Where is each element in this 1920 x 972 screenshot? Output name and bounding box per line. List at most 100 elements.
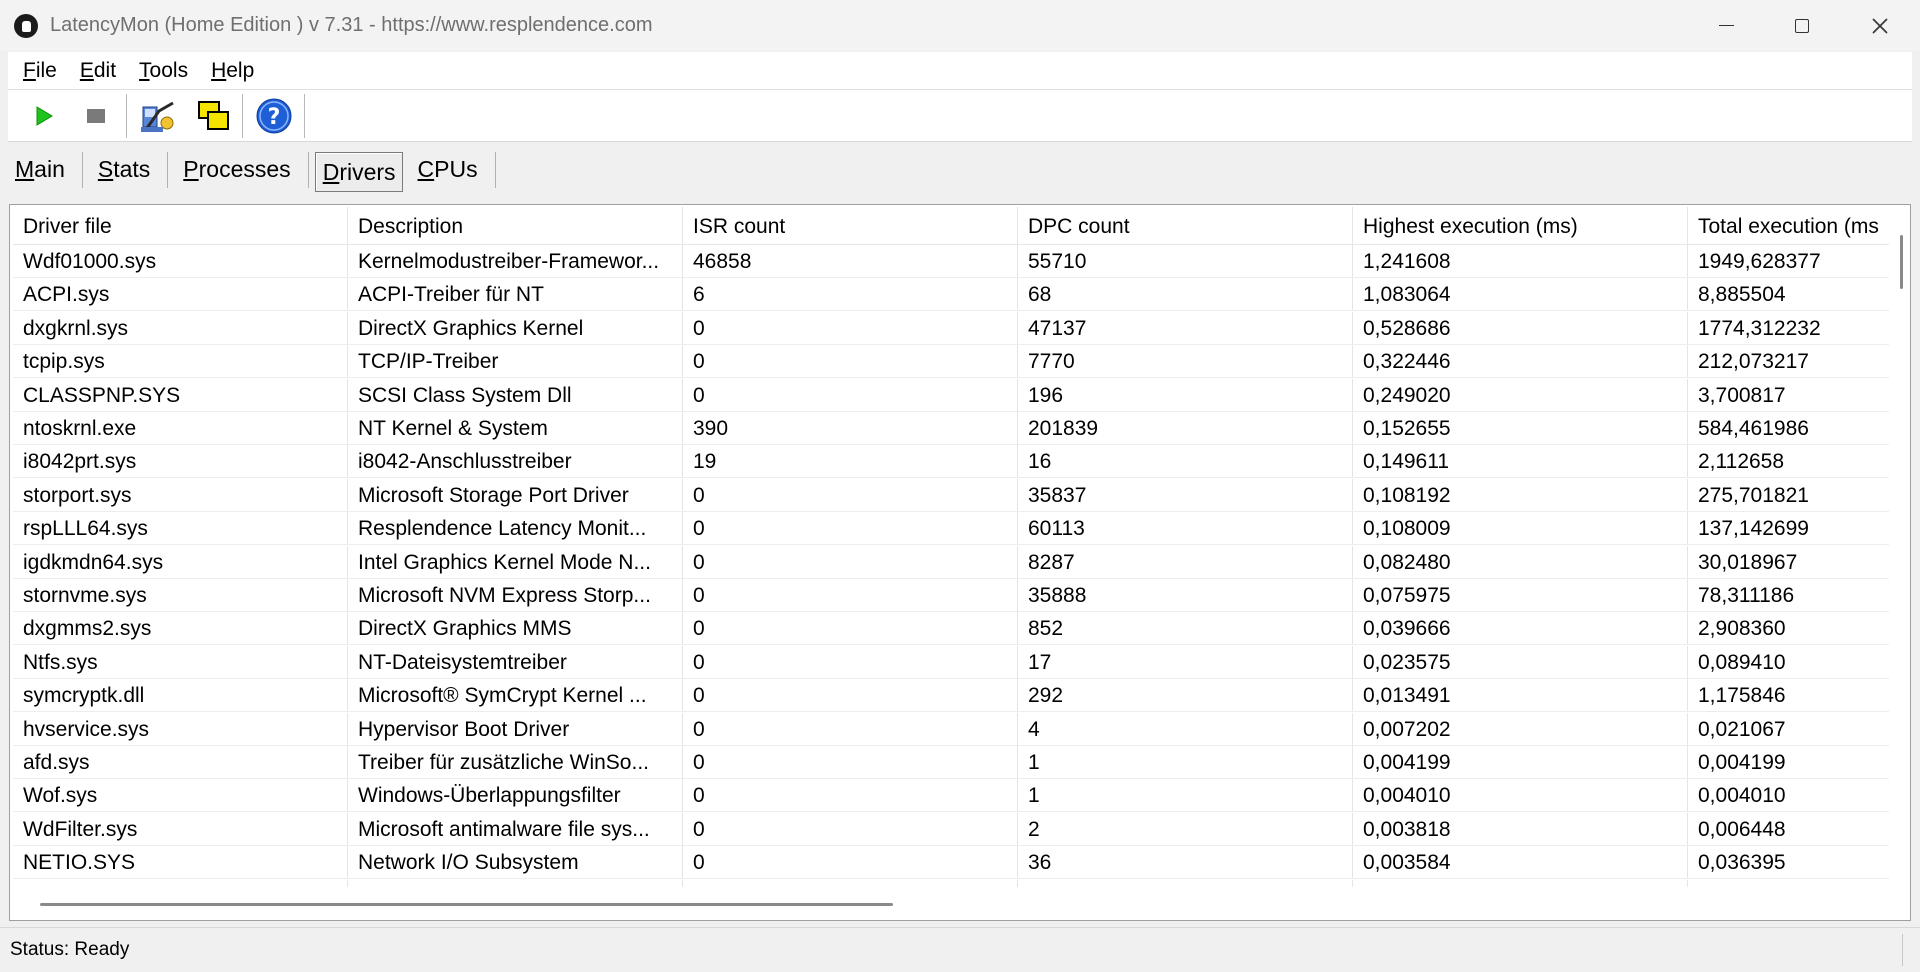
table-row[interactable]: dxgmms2.sys DirectX Graphics MMS 0 852 0,039… xyxy=(13,612,1889,646)
tab-cpus-label: PUs xyxy=(434,156,478,182)
help-button[interactable]: ? xyxy=(254,96,294,136)
column-header-description[interactable]: Description xyxy=(348,207,683,244)
table-row[interactable]: symcryptk.dll Microsoft® SymCrypt Kernel … xyxy=(13,679,1889,713)
drivers-panel: Driver file Description ISR count DPC count… xyxy=(9,204,1911,921)
drivers-table[interactable]: Driver file Description ISR count DPC count… xyxy=(13,207,1889,887)
cell-highest-execution: 0,149611 xyxy=(1353,445,1688,478)
table-row[interactable]: Ntfs.sys NT-Dateisystemtreiber 0 17 0,023575… xyxy=(13,645,1889,679)
table-row[interactable]: igdkmdn64.sys Intel Graphics Kernel Mode … xyxy=(13,545,1889,579)
cell-dpc-count: 35837 xyxy=(1018,478,1353,511)
cell-description: SCSI Class System Dll xyxy=(348,378,683,411)
cell-driver-file: Wdf01000.sys xyxy=(13,245,348,277)
toolbar-separator xyxy=(242,94,246,138)
tab-drivers[interactable]: Drivers xyxy=(314,152,403,192)
column-header-driver-file[interactable]: Driver file xyxy=(13,207,348,244)
table-row[interactable]: i8042prt.sys i8042-Anschlusstreiber 19 16 0,… xyxy=(13,445,1889,479)
cell-description: DirectX Graphics MMS xyxy=(348,612,683,645)
column-header-total-execution[interactable]: Total execution (ms xyxy=(1688,207,1889,244)
cell-total-execution: 1,175846 xyxy=(1698,684,1786,708)
tab-stats-mnemonic: S xyxy=(97,156,114,182)
close-button[interactable] xyxy=(1842,0,1918,51)
cell-dpc-count: 292 xyxy=(1018,679,1353,712)
minimize-button[interactable] xyxy=(1688,0,1764,51)
table-row[interactable]: Wdf01000.sys Kernelmodustreiber-Framewor.… xyxy=(13,245,1889,278)
cell-driver-file: dxgmms2.sys xyxy=(13,612,348,645)
table-row[interactable]: stornvme.sys Microsoft NVM Express Storp.… xyxy=(13,579,1889,612)
cell-dpc-count: 196 xyxy=(1018,378,1353,411)
menu-bar: File Edit Tools Help xyxy=(8,52,1912,90)
cell-highest-execution: 0,152655 xyxy=(1353,412,1688,444)
menu-edit[interactable]: Edit xyxy=(65,52,124,89)
cell-total-execution: 137,142699 xyxy=(1698,517,1809,541)
cell-highest-execution: 0,023575 xyxy=(1353,645,1688,678)
stop-monitor-button[interactable] xyxy=(76,96,116,136)
cell-total-execution: 1949,628377 xyxy=(1698,250,1821,273)
cell-driver-file: NETIO.SYS xyxy=(13,846,348,879)
table-row[interactable]: WdFilter.sys Microsoft antimalware file s… xyxy=(13,812,1889,846)
menu-file[interactable]: File xyxy=(8,52,65,89)
cell-total-execution: 0,006448 xyxy=(1698,817,1786,841)
tab-main[interactable]: Main xyxy=(8,148,83,190)
cell-description: Treiber für zusätzliche WinSo... xyxy=(348,746,683,778)
cell-driver-file: Ntfs.sys xyxy=(13,645,348,678)
cell-driver-file: i8042prt.sys xyxy=(13,445,348,478)
cell-description: Microsoft NVM Express Storp... xyxy=(348,579,683,611)
table-row[interactable]: Wof.sys Windows-Überlappungsfilter 0 1 0,004… xyxy=(13,779,1889,813)
cell-description: Intel Graphics Kernel Mode N... xyxy=(348,545,683,578)
column-header-highest-execution[interactable]: Highest execution (ms) xyxy=(1353,207,1688,244)
table-row[interactable]: afd.sys Treiber für zusätzliche WinSo... 0… xyxy=(13,746,1889,779)
toolbar-separator xyxy=(304,94,308,138)
app-window: LatencyMon (Home Edition ) v 7.31 - http… xyxy=(0,0,1920,972)
cell-isr-count: 0 xyxy=(683,345,1018,378)
cell-highest-execution: 0,003818 xyxy=(1353,812,1688,845)
table-row[interactable]: storport.sys Microsoft Storage Port Drive… xyxy=(13,478,1889,512)
cell-isr-count: 19 xyxy=(683,445,1018,478)
cell-driver-file: symcryptk.dll xyxy=(13,679,348,712)
table-row[interactable]: rspLLL64.sys Resplendence Latency Monit..… xyxy=(13,512,1889,546)
tab-stats[interactable]: Stats xyxy=(91,148,169,190)
start-monitor-button[interactable] xyxy=(24,96,64,136)
menu-tools[interactable]: Tools xyxy=(124,52,196,89)
maximize-icon xyxy=(1795,18,1809,33)
column-header-isr-count[interactable]: ISR count xyxy=(683,207,1018,244)
cell-dpc-count: 2 xyxy=(1018,812,1353,845)
cell-dpc-count: 1 xyxy=(1018,746,1353,778)
menu-file-label: ile xyxy=(35,59,57,82)
cell-highest-execution: 0,039666 xyxy=(1353,612,1688,645)
cell-isr-count: 0 xyxy=(683,579,1018,611)
tab-cpus[interactable]: CPUs xyxy=(411,148,496,190)
vertical-scroll-thumb[interactable] xyxy=(1900,235,1903,289)
horizontal-scroll-thumb[interactable] xyxy=(40,903,893,906)
cell-total-execution: 584,461986 xyxy=(1698,417,1809,440)
cell-isr-count: 0 xyxy=(683,545,1018,578)
table-row[interactable]: NETIO.SYS Network I/O Subsystem 0 36 0,00358… xyxy=(13,846,1889,880)
menu-file-mnemonic: F xyxy=(23,59,36,82)
windows-button[interactable] xyxy=(194,96,234,136)
cell-total-execution: 78,311186 xyxy=(1698,584,1795,607)
table-row[interactable]: dxgkrnl.sys DirectX Graphics Kernel 0 47137… xyxy=(13,311,1889,345)
table-row[interactable]: tcpip.sys TCP/IP-Treiber 0 7770 0,322446 212,… xyxy=(13,345,1889,379)
menu-help-label: elp xyxy=(226,59,255,82)
cell-isr-count: 0 xyxy=(683,378,1018,411)
status-bar: Status: Ready xyxy=(0,927,1920,972)
kernel-timer-button[interactable] xyxy=(138,96,178,136)
title-bar[interactable]: LatencyMon (Home Edition ) v 7.31 - http… xyxy=(0,0,1920,51)
menu-help[interactable]: Help xyxy=(196,52,262,89)
maximize-button[interactable] xyxy=(1764,0,1840,51)
status-bar-divider xyxy=(1902,934,1903,966)
play-icon xyxy=(36,106,53,126)
cell-dpc-count: 35888 xyxy=(1018,579,1353,611)
vertical-scrollbar[interactable] xyxy=(1890,205,1910,887)
table-row[interactable]: ntoskrnl.exe NT Kernel & System 390 201839 0… xyxy=(13,412,1889,445)
tab-processes[interactable]: Processes xyxy=(176,148,310,190)
column-header-dpc-count[interactable]: DPC count xyxy=(1018,207,1353,244)
cell-total-execution: 30,018967 xyxy=(1698,550,1798,574)
toolbar: ? xyxy=(8,90,1912,142)
cell-highest-execution: 0,249020 xyxy=(1353,378,1688,411)
table-row[interactable]: hvservice.sys Hypervisor Boot Driver 0 4 0,0… xyxy=(13,712,1889,746)
table-row[interactable]: CLASSPNP.SYS SCSI Class System Dll 0 196 0,2… xyxy=(13,378,1889,412)
cell-isr-count: 0 xyxy=(683,746,1018,778)
table-row[interactable]: ACPI.sys ACPI-Treiber für NT 6 68 1,083064 8,… xyxy=(13,278,1889,312)
horizontal-scrollbar[interactable] xyxy=(10,887,1890,919)
cell-isr-count: 0 xyxy=(683,645,1018,678)
